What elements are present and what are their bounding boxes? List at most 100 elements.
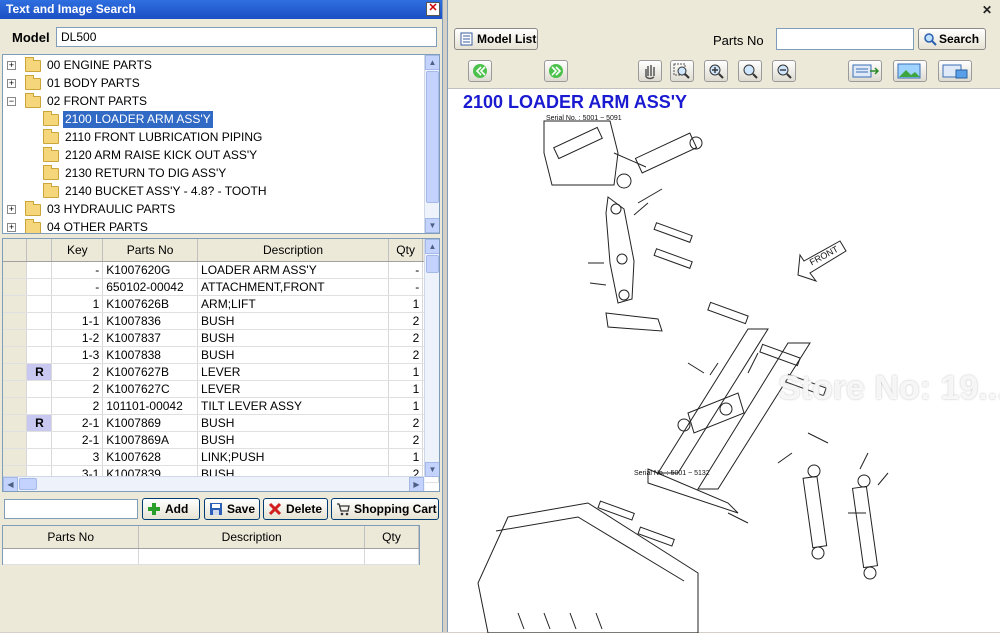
expand-icon[interactable]: + xyxy=(7,223,16,232)
model-list-label: Model List xyxy=(477,32,537,46)
tree-item-label: 02 FRONT PARTS xyxy=(47,94,148,108)
row-selector xyxy=(3,278,28,296)
parts-no-cell: K1007628 xyxy=(102,448,199,466)
qty-cell: 1 xyxy=(388,448,424,466)
table-row[interactable]: -650102-00042ATTACHMENT,FRONT-D xyxy=(3,278,439,296)
cart-input[interactable] xyxy=(4,499,138,519)
pan-hand-icon[interactable] xyxy=(638,60,662,82)
add-button[interactable]: Add xyxy=(142,498,200,520)
collapse-icon[interactable]: − xyxy=(7,97,16,106)
document-icon xyxy=(460,32,473,46)
parts-no-cell: K1007627B xyxy=(102,363,199,381)
search-toolbar: Model List Parts No Search xyxy=(448,24,1000,54)
scroll-thumb[interactable] xyxy=(426,71,439,203)
qty-cell: - xyxy=(388,261,424,279)
qty-cell: 2 xyxy=(388,346,424,364)
table-row[interactable]: 1-1 K1007836 BUSH 2 xyxy=(3,312,439,330)
parts-grid: Key Parts No Description Qty S -K1007620… xyxy=(2,238,440,492)
key-cell: - xyxy=(51,278,104,296)
qty-cell: 1 xyxy=(388,380,424,398)
key-cell: 1-1 xyxy=(51,312,104,330)
zoom-in-icon[interactable] xyxy=(704,60,728,82)
viewer-toolbar xyxy=(448,58,1000,86)
grid-horizontal-scrollbar[interactable]: ◀ ▶ xyxy=(3,476,425,491)
close-icon[interactable]: ✕ xyxy=(426,2,440,16)
grid-scrollbar[interactable]: ▲ ▼ xyxy=(424,239,439,477)
image-icon[interactable] xyxy=(893,60,927,82)
shopping-cart-button[interactable]: Shopping Cart xyxy=(331,498,439,520)
row-selector xyxy=(3,295,28,313)
description-cell: LINK;PUSH xyxy=(197,448,389,466)
table-row[interactable]: 2 101101-00042 TILT LEVER ASSY 1 xyxy=(3,397,439,415)
zoom-out-icon[interactable] xyxy=(772,60,796,82)
cart-toolbar: Add Save Delete Shopping Cart xyxy=(2,497,440,523)
replacement-flag xyxy=(26,431,53,449)
table-row[interactable]: 2 K1007627C LEVER 1 xyxy=(3,380,439,398)
key-cell: 2-1 xyxy=(51,414,104,432)
scroll-thumb[interactable] xyxy=(426,255,439,273)
zoom-area-icon[interactable] xyxy=(670,60,694,82)
table-row[interactable]: 2-1 K1007869A BUSH 2 xyxy=(3,431,439,449)
parts-no-header[interactable]: Parts No xyxy=(102,239,199,262)
parts-no-cell: K1007869A xyxy=(102,431,199,449)
close-icon[interactable]: ✕ xyxy=(980,4,994,18)
lift-arm-left xyxy=(657,328,769,474)
scroll-down-icon[interactable]: ▼ xyxy=(425,218,439,233)
table-row[interactable]: 1 K1007626B ARM;LIFT 1 xyxy=(3,295,439,313)
cart-qty-header[interactable]: Qty xyxy=(364,526,419,549)
scroll-down-icon[interactable]: ▼ xyxy=(425,462,439,477)
parts-no-cell: K1007836 xyxy=(102,312,199,330)
expand-icon[interactable]: + xyxy=(7,61,16,70)
scroll-left-icon[interactable]: ◀ xyxy=(3,477,18,491)
qty-cell: 2 xyxy=(388,414,424,432)
save-button[interactable]: Save xyxy=(204,498,260,520)
description-cell: ATTACHMENT,FRONT xyxy=(197,278,389,296)
inset-frame xyxy=(543,120,619,186)
key-cell: 2 xyxy=(51,380,104,398)
model-field[interactable]: DL500 xyxy=(56,27,437,47)
table-row[interactable]: -K1007620GLOADER ARM ASS'Y-D xyxy=(3,261,439,279)
cart-description-header[interactable]: Description xyxy=(138,526,366,549)
lift-arm-right xyxy=(697,342,811,490)
search-button[interactable]: Search xyxy=(918,28,986,50)
table-row[interactable]: R 2-1 K1007869 BUSH 2 xyxy=(3,414,439,432)
table-row[interactable]: R 2 K1007627B LEVER 1 xyxy=(3,363,439,381)
scroll-up-icon[interactable]: ▲ xyxy=(425,239,439,254)
category-tree: + 00 ENGINE PARTS + 01 BODY PARTS − 02 F… xyxy=(2,54,440,234)
table-row[interactable]: 1-3 K1007838 BUSH 2 xyxy=(3,346,439,364)
open-folder-icon xyxy=(25,93,41,108)
diagram-viewer[interactable]: 2100 LOADER ARM ASS'Y Serial No.: 5001 … xyxy=(448,88,1000,633)
key-header[interactable]: Key xyxy=(51,239,104,262)
scroll-thumb[interactable] xyxy=(19,478,37,490)
tree-item-label: 2120 ARM RAISE KICK OUT ASS'Y xyxy=(65,148,258,162)
model-list-button[interactable]: Model List xyxy=(454,28,538,50)
tree-item-label: 2140 BUCKET ASS'Y - 4.8? - TOOTH xyxy=(65,184,267,198)
print-icon[interactable] xyxy=(938,60,972,82)
scroll-up-icon[interactable]: ▲ xyxy=(425,55,439,70)
delete-button[interactable]: Delete xyxy=(263,498,328,520)
push-link xyxy=(605,312,663,332)
tree-item-label: 03 HYDRAULIC PARTS xyxy=(47,202,176,216)
table-row[interactable]: 3 K1007628 LINK;PUSH 1 xyxy=(3,448,439,466)
lift-cylinder-right xyxy=(851,485,879,569)
folder-icon xyxy=(25,219,41,233)
description-cell: BUSH xyxy=(197,414,389,432)
description-header[interactable]: Description xyxy=(197,239,389,262)
expand-icon[interactable]: + xyxy=(7,205,16,214)
qty-header[interactable]: Qty xyxy=(388,239,424,262)
scroll-right-icon[interactable]: ▶ xyxy=(409,477,424,491)
last-page-icon[interactable] xyxy=(544,60,568,82)
export-icon[interactable] xyxy=(848,60,882,82)
parts-no-input[interactable] xyxy=(776,28,914,50)
expand-icon[interactable]: + xyxy=(7,79,16,88)
tree-scrollbar[interactable]: ▲ ▼ xyxy=(424,55,439,233)
zoom-fit-icon[interactable] xyxy=(738,60,762,82)
table-row[interactable]: 1-2 K1007837 BUSH 2 xyxy=(3,329,439,347)
row-selector xyxy=(3,448,28,466)
key-cell: 2-1 xyxy=(51,431,104,449)
cart-empty-row[interactable] xyxy=(3,548,419,565)
cart-parts-no-header[interactable]: Parts No xyxy=(3,526,140,549)
parts-no-cell: K1007627C xyxy=(102,380,199,398)
first-page-icon[interactable] xyxy=(468,60,492,82)
row-selector xyxy=(3,329,28,347)
